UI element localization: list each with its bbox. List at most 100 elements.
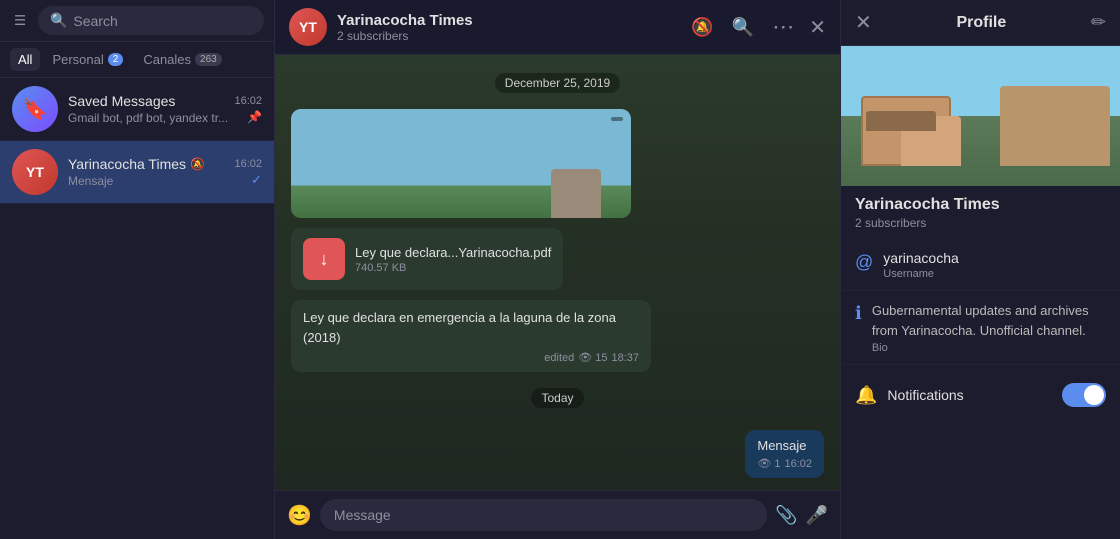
message-text: Ley que declara en emergencia a la lagun… <box>291 300 651 372</box>
profile-channel-name: Yarinacocha Times <box>855 196 1106 214</box>
tab-personal-badge: 2 <box>108 53 124 66</box>
attach-icon: 📎 <box>775 505 797 525</box>
tab-canales-label: Canales <box>143 52 191 67</box>
message-image-wiki: Wikipedia Distrito de Yarinacocha Yarina… <box>291 109 631 218</box>
tab-all[interactable]: All <box>10 48 40 71</box>
eye-icon-2: 👁 <box>578 351 592 364</box>
search-icon: 🔍 <box>50 12 67 29</box>
edited-label: edited <box>544 352 574 364</box>
more-icon: ⋯ <box>772 14 795 39</box>
file-icon-box: ↓ <box>303 238 345 280</box>
tab-personal-label: Personal <box>52 52 103 67</box>
msg-time-text: 18:37 <box>611 352 639 364</box>
check-icon-yn: ✓ <box>251 172 262 188</box>
download-icon: ↓ <box>320 249 329 270</box>
date-divider-today: Today <box>291 388 824 408</box>
search-input[interactable] <box>73 13 252 29</box>
chat-name-row-yn: Yarinacocha Times 🔕 16:02 <box>68 156 262 172</box>
tab-canales-badge: 263 <box>195 53 222 66</box>
profile-banner <box>841 46 1120 186</box>
chat-time-yn: 16:02 <box>234 158 262 170</box>
bio-label: Bio <box>872 342 1106 354</box>
profile-name-bar: Yarinacocha Times 2 subscribers <box>841 186 1120 234</box>
profile-panel: ✕ Profile ✏ Yarinacocha Times 2 subscrib… <box>840 0 1120 539</box>
mic-icon: 🎤 <box>806 505 828 525</box>
profile-close-icon: ✕ <box>855 12 872 34</box>
msg-sent-meta: 👁 1 16:02 <box>757 457 812 470</box>
image-date-overlay <box>611 117 623 121</box>
profile-close-button[interactable]: ✕ <box>855 10 872 35</box>
username-label: Username <box>883 268 1106 280</box>
tab-canales[interactable]: Canales 263 <box>135 48 229 71</box>
chat-info-yarinacocha: Yarinacocha Times 🔕 16:02 Mensaje ✓ <box>68 156 262 188</box>
search-button[interactable]: 🔍 <box>728 12 758 42</box>
info-icon: ℹ <box>855 303 862 324</box>
eye-icon-3: 👁 <box>757 457 771 470</box>
chat-preview-saved: Gmail bot, pdf bot, yandex tr... <box>68 111 228 125</box>
tabs-bar: All Personal 2 Canales 263 <box>0 42 274 78</box>
chat-list: 🔖 Saved Messages 16:02 Gmail bot, pdf bo… <box>0 78 274 483</box>
chat-name-row-saved: Saved Messages 16:02 <box>68 93 262 109</box>
message-file: ↓ Ley que declara...Yarinacocha.pdf 740.… <box>291 228 563 290</box>
emoji-icon: 😊 <box>287 505 312 527</box>
msg-views-sent: 👁 1 <box>757 457 780 470</box>
message-input[interactable] <box>320 499 767 531</box>
chat-time-saved: 16:02 <box>234 95 262 107</box>
profile-edit-icon: ✏ <box>1091 12 1106 32</box>
msg-sent-text: Mensaje <box>757 438 812 453</box>
username-content: yarinacocha Username <box>883 250 1106 280</box>
avatar-yarinacocha: YT <box>12 149 58 195</box>
pin-icon: 📌 <box>247 110 262 124</box>
top-bar-actions: 🔕 🔍 ⋯ <box>687 12 799 42</box>
profile-subscribers: 2 subscribers <box>855 216 1106 230</box>
message-sent: Mensaje 👁 1 16:02 <box>745 430 824 478</box>
chat-top-bar: YT Yarinacocha Times 2 subscribers 🔕 🔍 ⋯… <box>275 0 840 55</box>
msg-meta-text: edited 👁 15 18:37 <box>303 351 639 364</box>
chat-main: YT Yarinacocha Times 2 subscribers 🔕 🔍 ⋯… <box>275 0 840 539</box>
notifications-bell-icon: 🔔 <box>855 385 877 406</box>
bell-off-icon: 🔕 <box>691 17 713 37</box>
close-button[interactable]: ✕ <box>809 15 826 40</box>
sidebar-header: ☰ 🔍 <box>0 0 274 42</box>
bookmark-icon: 🔖 <box>23 97 48 122</box>
bell-off-button[interactable]: 🔕 <box>687 12 717 42</box>
profile-info-list: @ yarinacocha Username ℹ Gubernamental u… <box>841 234 1120 371</box>
profile-edit-button[interactable]: ✏ <box>1091 12 1106 33</box>
emoji-button[interactable]: 😊 <box>287 503 312 528</box>
more-button[interactable]: ⋯ <box>768 12 799 42</box>
notifications-label: Notifications <box>887 387 1052 403</box>
chat-item-yarinacocha[interactable]: YT Yarinacocha Times 🔕 16:02 Mensaje ✓ <box>0 141 274 204</box>
hamburger-icon: ☰ <box>14 13 26 29</box>
notifications-row: 🔔 Notifications <box>841 371 1120 419</box>
tab-personal[interactable]: Personal 2 <box>44 48 131 71</box>
avatar-saved: 🔖 <box>12 86 58 132</box>
notifications-toggle[interactable] <box>1062 383 1106 407</box>
chat-preview-yn: Mensaje <box>68 174 113 188</box>
msg-time-sent: 16:02 <box>784 458 812 470</box>
toggle-knob <box>1084 385 1104 405</box>
bio-content: Gubernamental updates and archives from … <box>872 301 1106 354</box>
yn-name-icons: Yarinacocha Times 🔕 <box>68 156 205 172</box>
file-name: Ley que declara...Yarinacocha.pdf <box>355 245 551 260</box>
at-icon: @ <box>855 252 873 273</box>
close-icon: ✕ <box>809 17 826 39</box>
chat-top-name: Yarinacocha Times <box>337 12 677 29</box>
chat-top-subscribers: 2 subscribers <box>337 29 677 43</box>
profile-header: ✕ Profile ✏ <box>841 0 1120 46</box>
chat-name-saved: Saved Messages <box>68 93 175 109</box>
username-value: yarinacocha <box>883 250 1106 266</box>
mic-button[interactable]: 🎤 <box>806 505 828 526</box>
profile-banner-image <box>841 46 1120 186</box>
message-image <box>291 109 631 218</box>
chat-item-saved[interactable]: 🔖 Saved Messages 16:02 Gmail bot, pdf bo… <box>0 78 274 141</box>
file-size: 740.57 KB <box>355 262 551 274</box>
hamburger-button[interactable]: ☰ <box>10 9 30 33</box>
profile-bio-item: ℹ Gubernamental updates and archives fro… <box>841 291 1120 365</box>
today-badge: Today <box>531 388 583 408</box>
file-info: Ley que declara...Yarinacocha.pdf 740.57… <box>355 245 551 274</box>
sidebar: ☰ 🔍 All Personal 2 Canales 263 🔖 Saved <box>0 0 275 539</box>
chat-top-info: Yarinacocha Times 2 subscribers <box>337 12 677 43</box>
avatar-yn-letters: YT <box>26 164 44 180</box>
attach-button[interactable]: 📎 <box>775 505 797 526</box>
profile-username-item: @ yarinacocha Username <box>841 240 1120 291</box>
